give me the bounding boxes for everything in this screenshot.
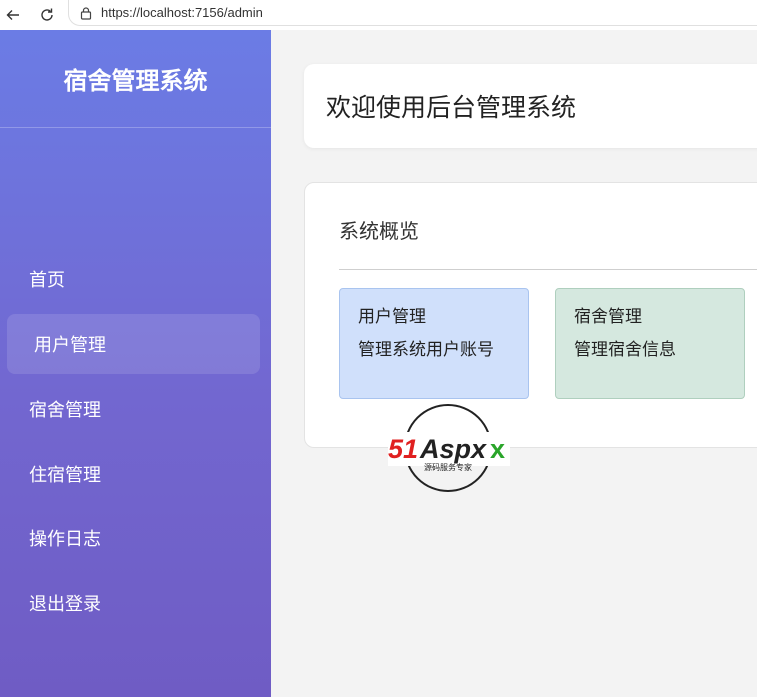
sidebar-item-users[interactable]: 用户管理 xyxy=(7,314,260,374)
reload-icon xyxy=(41,8,53,21)
sidebar-item-logout[interactable]: 退出登录 xyxy=(7,573,260,633)
arrow-left-icon xyxy=(6,10,19,20)
tile-title: 宿舍管理 xyxy=(574,307,642,327)
back-button[interactable] xyxy=(2,4,24,26)
sidebar-item-logs[interactable]: 操作日志 xyxy=(7,508,260,568)
sidebar-item-home[interactable]: 首页 xyxy=(7,249,260,309)
tile-title: 用户管理 xyxy=(358,307,426,327)
reload-button[interactable] xyxy=(36,4,58,26)
watermark-tagline: 源码服务专家 xyxy=(424,462,472,472)
tile-users[interactable]: 用户管理 管理系统用户账号 xyxy=(339,288,529,399)
svg-text:Aspx: Aspx xyxy=(419,434,487,464)
tile-description: 管理系统用户账号 xyxy=(358,340,494,360)
sidebar: 宿舍管理系统 首页 用户管理 宿舍管理 住宿管理 操作日志 退出登录 xyxy=(0,30,271,697)
page-title: 欢迎使用后台管理系统 xyxy=(326,93,577,122)
svg-text:x: x xyxy=(490,434,505,464)
url-text: https://localhost:7156/admin xyxy=(101,5,263,20)
welcome-card: 欢迎使用后台管理系统 xyxy=(304,64,757,148)
lock-icon xyxy=(80,6,92,20)
brand-title: 宿舍管理系统 xyxy=(63,67,208,95)
watermark-logo: 51 Aspx x 源码服务专家 xyxy=(384,402,512,494)
svg-text:51: 51 xyxy=(388,434,418,464)
overview-title: 系统概览 xyxy=(339,219,419,243)
sidebar-item-lodging[interactable]: 住宿管理 xyxy=(7,444,260,504)
overview-card: 系统概览 用户管理 管理系统用户账号 宿舍管理 管理宿舍信息 xyxy=(304,182,757,448)
divider xyxy=(339,269,757,270)
browser-toolbar: https://localhost:7156/admin xyxy=(0,0,757,30)
sidebar-item-dorms[interactable]: 宿舍管理 xyxy=(7,379,260,439)
address-bar[interactable]: https://localhost:7156/admin xyxy=(68,0,757,26)
brand: 宿舍管理系统 xyxy=(0,30,271,128)
tile-description: 管理宿舍信息 xyxy=(574,340,676,360)
tile-dorms[interactable]: 宿舍管理 管理宿舍信息 xyxy=(555,288,745,399)
